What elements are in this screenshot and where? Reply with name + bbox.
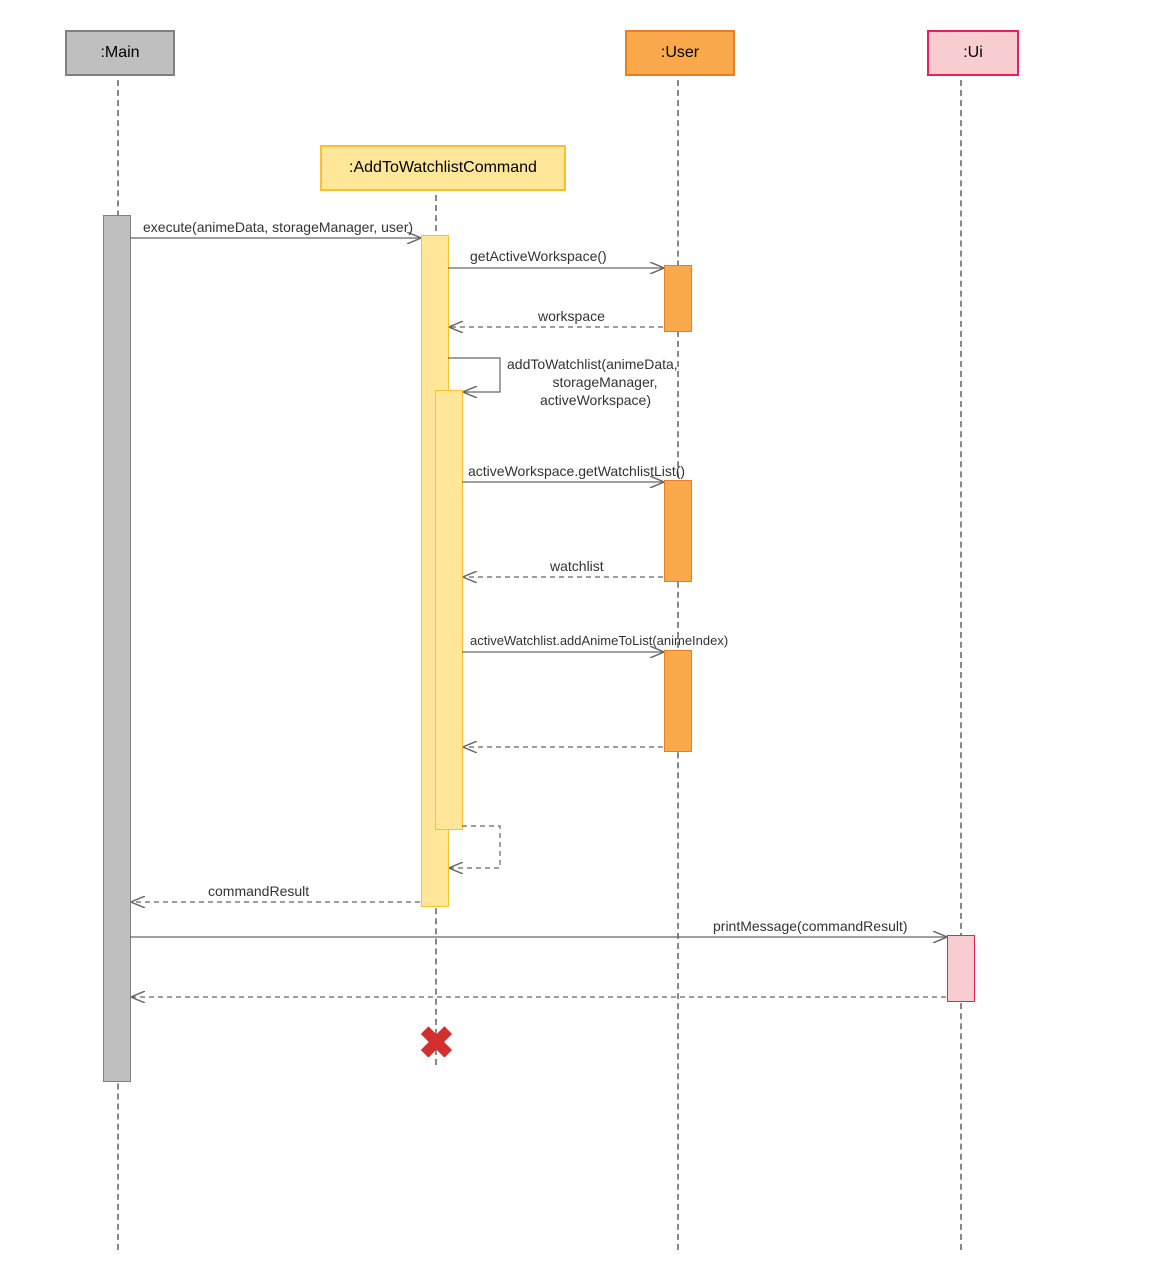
msg-addtowatchlist-3: activeWorkspace) xyxy=(540,392,651,408)
sequence-diagram: :Main :AddToWatchlistCommand :User :Ui xyxy=(20,20,1155,1260)
activation-main xyxy=(103,215,131,1082)
activation-user-3 xyxy=(664,650,692,752)
participant-cmd: :AddToWatchlistCommand xyxy=(320,145,566,191)
msg-workspace: workspace xyxy=(538,308,605,324)
participant-ui: :Ui xyxy=(927,30,1019,76)
msg-addtowatchlist-1: addToWatchlist(animeData, xyxy=(507,356,678,372)
msg-watchlist: watchlist xyxy=(550,558,604,574)
msg-getwatchlistlist: activeWorkspace.getWatchlistList() xyxy=(468,463,685,479)
participant-main: :Main xyxy=(65,30,175,76)
activation-ui xyxy=(947,935,975,1002)
msg-commandresult: commandResult xyxy=(208,883,309,899)
msg-getactiveworkspace: getActiveWorkspace() xyxy=(470,248,607,264)
msg-addtowatchlist-2: storageManager, xyxy=(545,374,665,390)
lifeline-ui xyxy=(960,80,962,1250)
destroy-icon: ✖ xyxy=(418,1022,455,1066)
activation-user-1 xyxy=(664,265,692,332)
msg-printmessage: printMessage(commandResult) xyxy=(713,918,908,934)
activation-cmd-nested xyxy=(435,390,463,830)
msg-addanimetolist: activeWatchlist.addAnimeToList(animeInde… xyxy=(470,633,728,648)
participant-user: :User xyxy=(625,30,735,76)
activation-user-2 xyxy=(664,480,692,582)
msg-execute: execute(animeData, storageManager, user) xyxy=(143,219,413,235)
